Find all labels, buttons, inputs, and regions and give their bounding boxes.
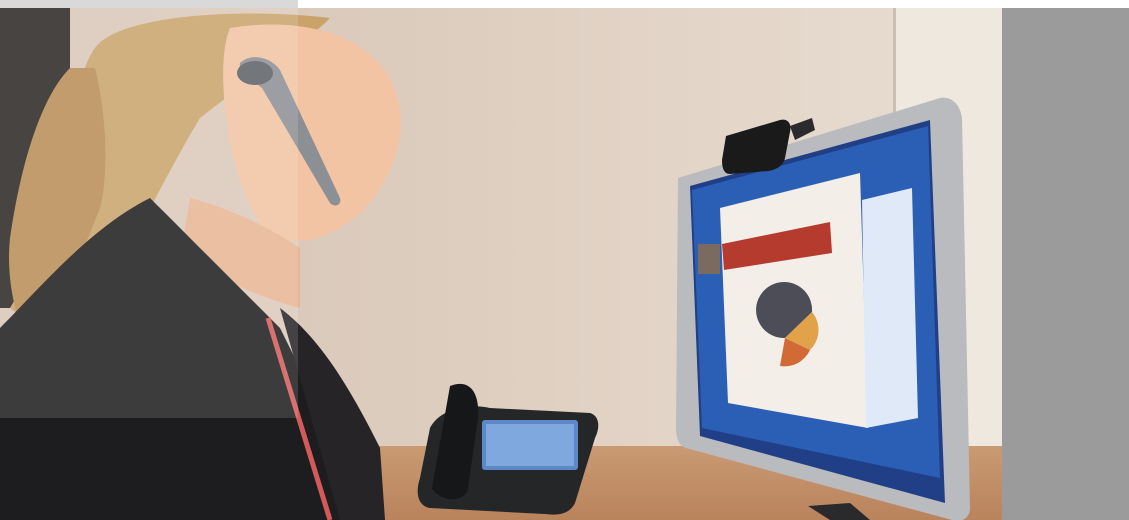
monitor-stand [808, 503, 870, 520]
overlay-left [0, 8, 298, 418]
right-gray-panel [1002, 8, 1129, 520]
top-strip-gray [0, 0, 298, 8]
photo [0, 8, 1002, 520]
scene-illustration [0, 8, 970, 520]
monitor [676, 97, 970, 520]
desk-phone-icon [417, 383, 599, 515]
